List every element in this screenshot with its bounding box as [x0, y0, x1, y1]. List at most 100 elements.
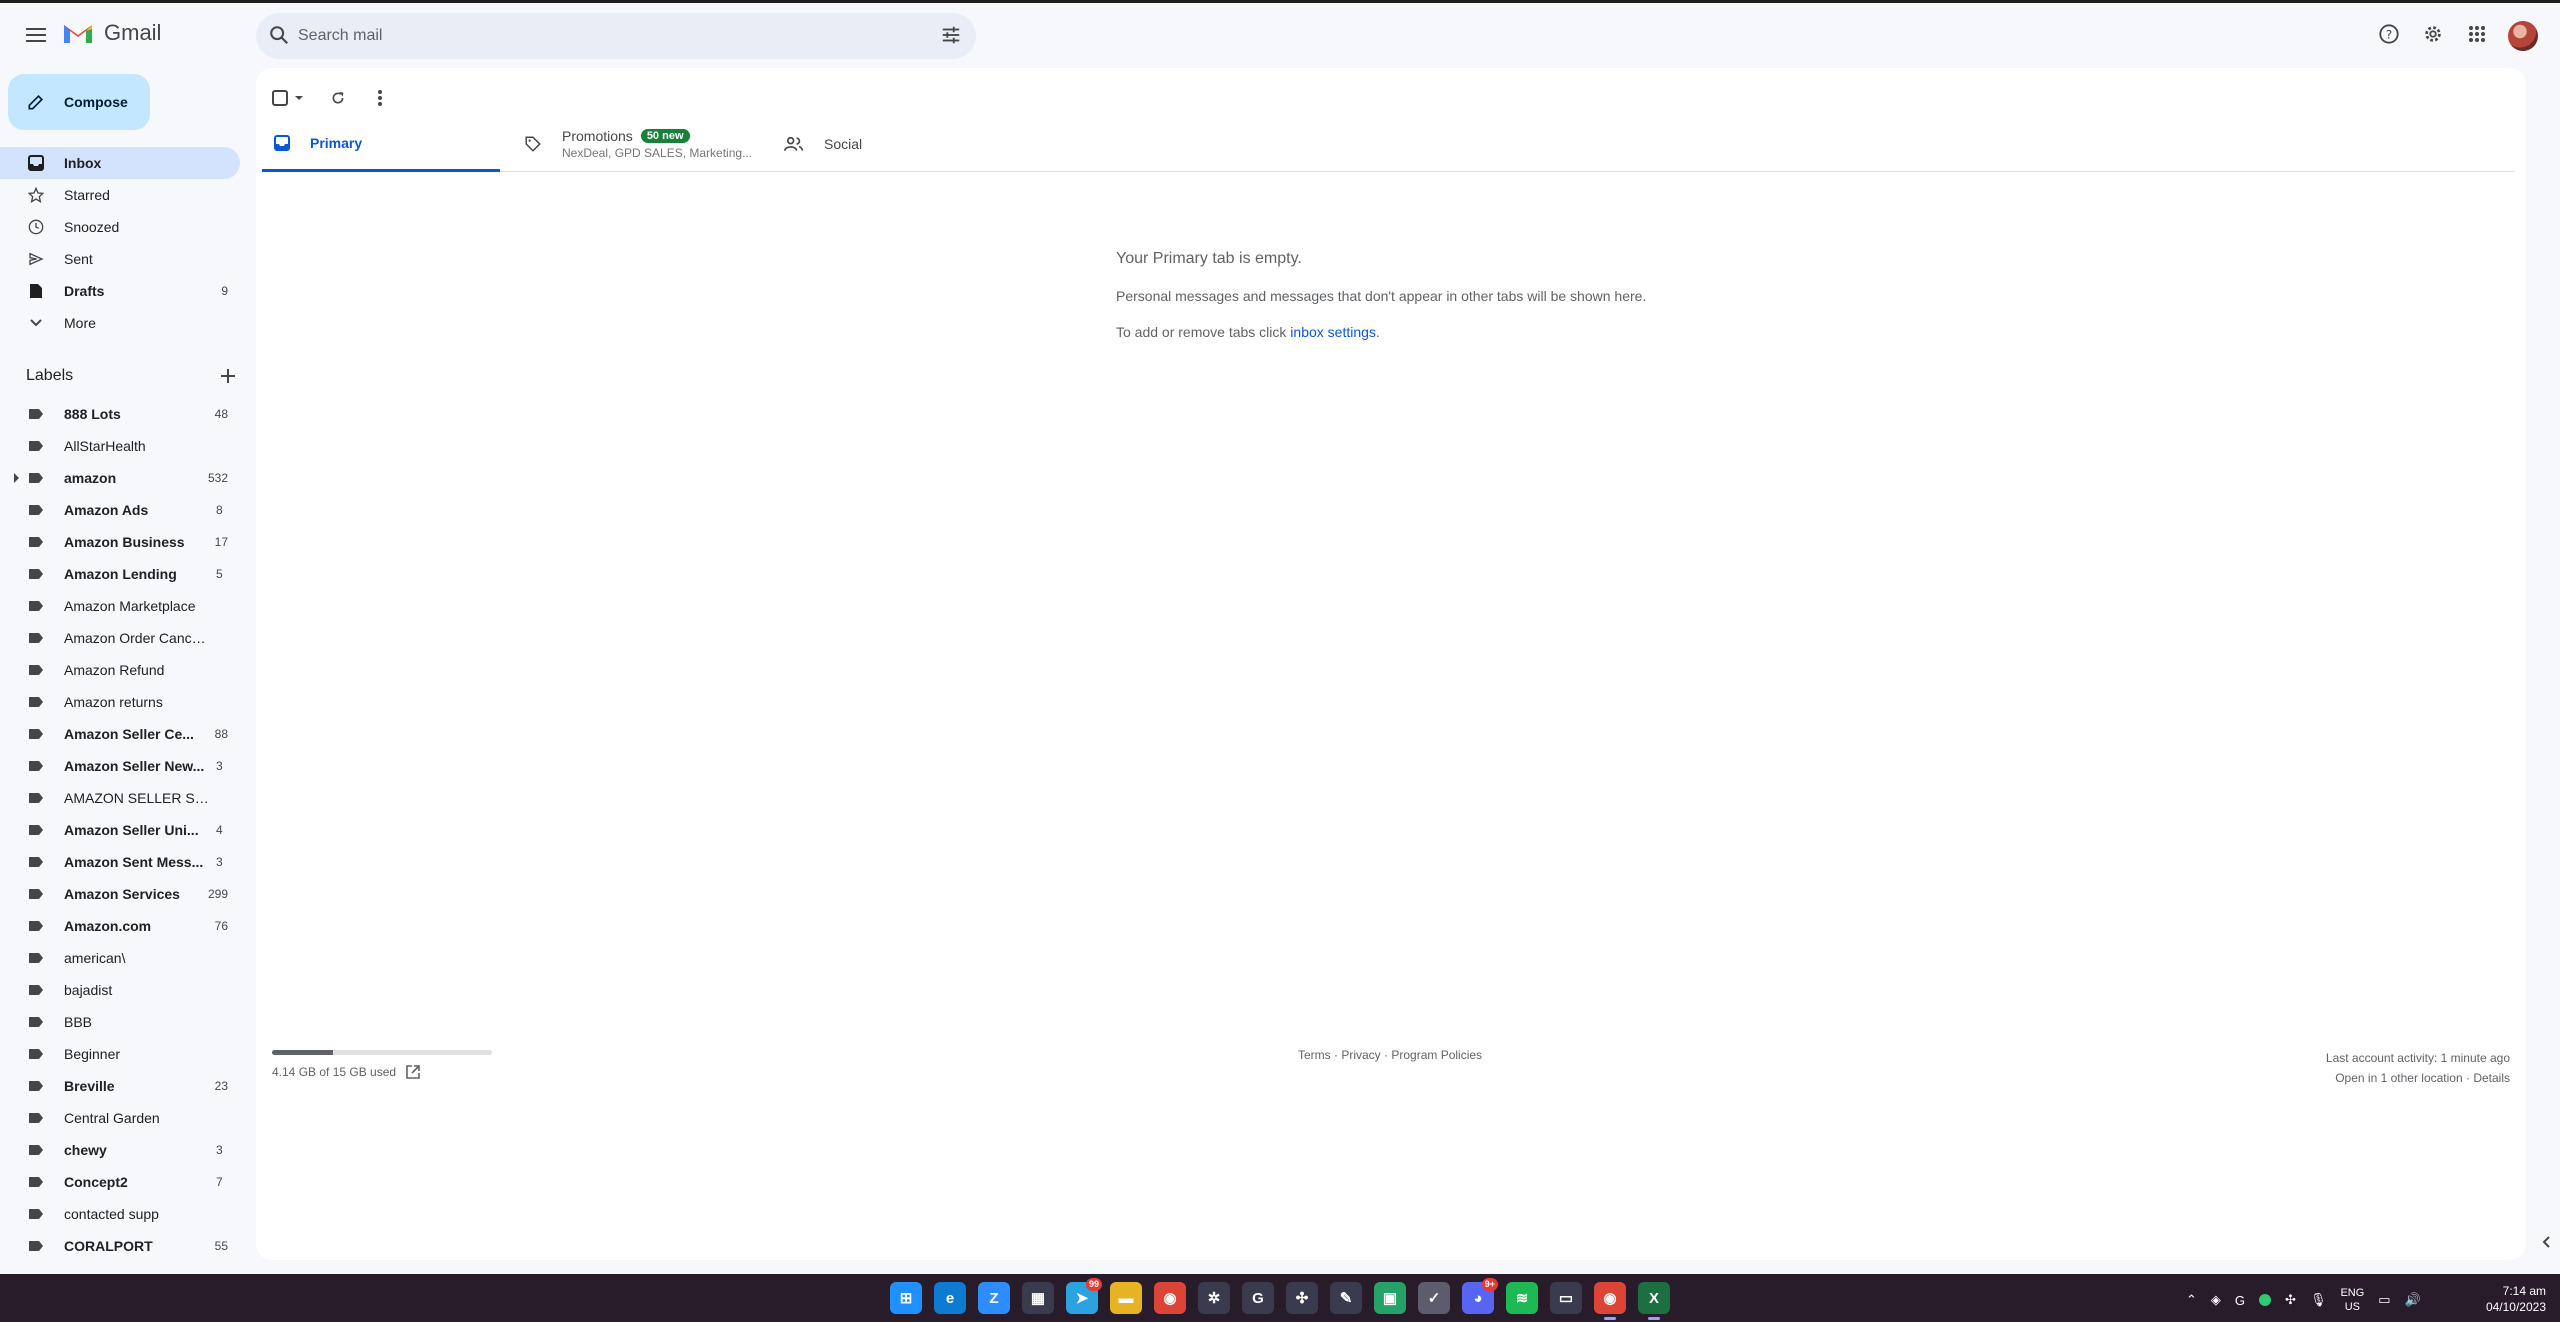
pinwheel-tray-icon[interactable]: ✣ [2285, 1292, 2296, 1308]
compose-button[interactable]: Compose [8, 74, 150, 130]
label-item[interactable]: Amazon Lending 5 [0, 558, 240, 590]
status-dot-icon[interactable] [2259, 1294, 2272, 1306]
system-clock[interactable]: 7:14 am 04/10/2023 [2486, 1283, 2546, 1315]
nav-item-starred[interactable]: Starred [0, 179, 240, 211]
tray-overflow-icon[interactable]: ⌃ [2186, 1292, 2197, 1308]
label-count: 299 [207, 887, 228, 901]
network-icon[interactable]: ▭ [2378, 1292, 2390, 1308]
label-item[interactable]: Beginner [0, 1038, 240, 1070]
main-menu-button[interactable] [18, 17, 54, 53]
nav-item-snoozed[interactable]: Snoozed [0, 211, 240, 243]
search-options-icon[interactable] [940, 24, 962, 46]
zoom-icon[interactable]: Z [978, 1282, 1010, 1314]
nav-item-sent[interactable]: Sent [0, 243, 240, 275]
label-icon [29, 1113, 43, 1123]
pinwheel-icon[interactable]: ✣ [1286, 1282, 1318, 1314]
privacy-link[interactable]: Privacy [1341, 1048, 1380, 1062]
language-indicator[interactable]: ENG US [2340, 1286, 2364, 1314]
volume-icon[interactable]: 🔊 [2405, 1292, 2421, 1308]
label-item[interactable]: chewy 3 [0, 1134, 240, 1166]
label-name: chewy [64, 1142, 107, 1158]
label-item[interactable]: Amazon.com 76 [0, 910, 240, 942]
refresh-button[interactable] [324, 84, 352, 112]
search-input[interactable] [298, 13, 898, 59]
select-all-checkbox[interactable] [270, 84, 310, 112]
label-item[interactable]: bajadist [0, 974, 240, 1006]
gmail-logo[interactable]: Gmail [62, 20, 161, 46]
file-explorer-icon[interactable]: ▬ [1110, 1282, 1142, 1314]
support-button[interactable]: ? [2376, 21, 2402, 47]
label-item[interactable]: Amazon Refund [0, 654, 240, 686]
label-item[interactable]: Amazon Services 299 [0, 878, 240, 910]
discord-icon[interactable]: ◕ 9+ [1462, 1278, 1498, 1314]
add-label-icon[interactable] [220, 368, 236, 384]
side-panel-toggle[interactable] [2536, 1232, 2556, 1252]
label-item[interactable]: CORALPORT 55 [0, 1230, 240, 1262]
label-item[interactable]: Amazon Ads 8 [0, 494, 240, 526]
label-item[interactable]: Amazon Marketplace [0, 590, 240, 622]
label-item[interactable]: american\ [0, 942, 240, 974]
label-count: 3 [216, 759, 223, 773]
label-item[interactable]: Central Garden [0, 1102, 240, 1134]
terms-link[interactable]: Terms [1298, 1048, 1331, 1062]
remote-desktop-icon[interactable]: ▭ [1550, 1282, 1582, 1314]
excel-icon[interactable]: X [1638, 1282, 1670, 1320]
settings-app-icon[interactable]: ✲ [1198, 1282, 1230, 1314]
expand-arrow-icon[interactable] [14, 473, 19, 483]
notification-badge: 9+ [1481, 1278, 1498, 1291]
pen-icon[interactable]: ✎ [1330, 1282, 1362, 1314]
chrome-active-icon[interactable]: ◉ [1594, 1282, 1626, 1320]
telegram-icon[interactable]: ➤ 99 [1066, 1278, 1102, 1314]
program-policies-link[interactable]: Program Policies [1391, 1048, 1482, 1062]
label-count: 88 [214, 727, 228, 741]
google-apps-button[interactable] [2464, 21, 2490, 47]
app-tray-icon[interactable]: G [2235, 1293, 2245, 1308]
label-icon [29, 921, 43, 931]
square-app-icon[interactable]: ▣ [1374, 1282, 1406, 1314]
label-item[interactable]: 888 Lots 48 [0, 398, 240, 430]
microphone-icon[interactable]: 🎙 [2310, 1292, 2327, 1308]
label-item[interactable]: Concept2 7 [0, 1166, 240, 1198]
label-item[interactable]: Amazon Sent Mess... 3 [0, 846, 240, 878]
chrome-icon[interactable]: ◉ [1154, 1282, 1186, 1314]
calculator-icon[interactable]: ▦ [1022, 1282, 1054, 1314]
account-avatar[interactable] [2508, 21, 2538, 51]
details-link[interactable]: Details [2473, 1071, 2510, 1085]
label-count: 5 [216, 567, 223, 581]
nav-item-inbox[interactable]: Inbox [0, 147, 240, 179]
label-item[interactable]: AllStarHealth [0, 430, 240, 462]
label-item[interactable]: Amazon Order Cancella... [0, 622, 240, 654]
label-item[interactable]: amazon 532 [0, 462, 240, 494]
nav-item-drafts[interactable]: Drafts 9 [0, 275, 240, 307]
settings-button[interactable] [2420, 21, 2446, 47]
footer-links: Terms · Privacy · Program Policies [1298, 1048, 1483, 1062]
label-icon [29, 1177, 43, 1187]
open-in-new-icon[interactable] [406, 1065, 420, 1079]
label-item[interactable]: Amazon Seller Ce... 88 [0, 718, 240, 750]
app-g-icon[interactable]: G [1242, 1282, 1274, 1314]
label-item[interactable]: Amazon Business 17 [0, 526, 240, 558]
windows-start-icon[interactable]: ⊞ [890, 1282, 922, 1314]
spotify-icon[interactable]: ≋ [1506, 1282, 1538, 1314]
inbox-settings-link[interactable]: inbox settings [1290, 324, 1376, 340]
label-item[interactable]: AMAZON SELLER SUPP... [0, 782, 240, 814]
nav-item-more[interactable]: More [0, 307, 240, 339]
label-item[interactable]: BBB [0, 1006, 240, 1038]
tab-promotions[interactable]: Promotions 50 new NexDeal, GPD SALES, Ma… [512, 116, 762, 172]
tab-social[interactable]: Social [772, 116, 1012, 172]
label-item[interactable]: Amazon Seller New... 3 [0, 750, 240, 782]
check-app-icon[interactable]: ✓ [1418, 1282, 1450, 1314]
search-bar[interactable] [256, 13, 976, 59]
edge-icon[interactable]: e [934, 1282, 966, 1314]
label-count: 55 [214, 1239, 228, 1253]
search-icon[interactable] [268, 24, 290, 46]
label-item[interactable]: contacted supp [0, 1198, 240, 1230]
label-item[interactable]: Amazon Seller Uni... 4 [0, 814, 240, 846]
nav-item-label: Drafts [64, 283, 105, 299]
label-item[interactable]: Breville 23 [0, 1070, 240, 1102]
label-item[interactable]: Amazon returns [0, 686, 240, 718]
help-icon: ? [2379, 24, 2399, 44]
more-actions-button[interactable] [366, 84, 394, 112]
steam-tray-icon[interactable]: ◈ [2211, 1292, 2221, 1308]
tab-primary[interactable]: Primary [262, 116, 500, 172]
